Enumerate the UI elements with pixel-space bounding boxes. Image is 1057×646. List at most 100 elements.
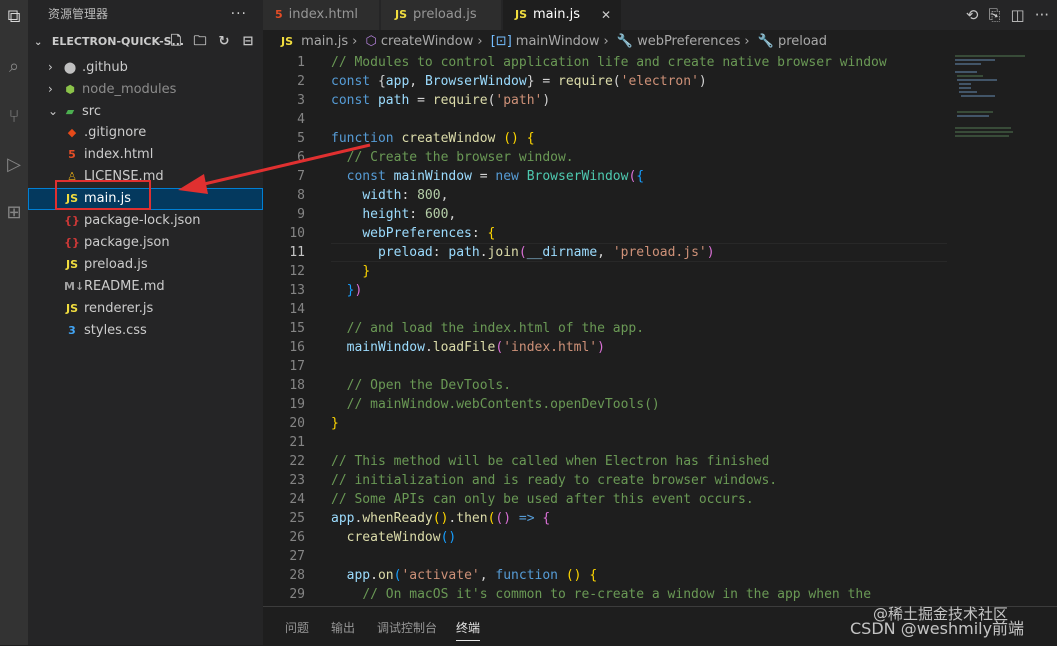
code-text: // Modules to control application life a… (331, 55, 887, 70)
code-line: 16 mainWindow.loadFile('index.html') (263, 338, 605, 357)
json-icon: {} (64, 214, 80, 227)
more-actions-icon[interactable]: ··· (1035, 6, 1049, 24)
tab-debug-console[interactable]: 调试控制台 (377, 619, 437, 636)
chevron-right-icon: › (477, 34, 483, 49)
line-number: 2 (297, 74, 305, 89)
highlight-box (55, 180, 151, 210)
git-icon: ◆ (67, 126, 77, 139)
line-number: 15 (289, 321, 305, 336)
chevron-right-icon: › (48, 82, 53, 96)
tab-problems[interactable]: 问题 (285, 619, 309, 636)
line-number: 20 (289, 416, 305, 431)
search-icon[interactable]: ⌕ (0, 52, 28, 80)
tree-item[interactable]: › ⬢ node_modules (28, 78, 263, 100)
tree-item[interactable]: 3 styles.css (28, 320, 263, 342)
js-icon: JS (395, 8, 408, 21)
line-number: 11 (289, 245, 305, 260)
editor-tabs: 5 index.html JS preload.js JS main.js ✕ ⟲ ⎘… (263, 0, 1057, 30)
tree-item[interactable]: {} package.json (28, 232, 263, 254)
tree-item-label: .github (82, 60, 128, 75)
close-icon[interactable]: ✕ (601, 0, 611, 30)
tab-preload-js[interactable]: JS preload.js (381, 0, 501, 30)
chevron-right-icon: › (603, 34, 609, 49)
tree-item-label: index.html (84, 147, 154, 162)
timeline-icon[interactable]: ⟲ (966, 6, 979, 24)
code-line: 22 // This method will be called when Ele… (263, 452, 769, 471)
code-text: // and load the index.html of the app. (346, 321, 645, 336)
line-number: 25 (289, 511, 305, 526)
collapse-all-icon[interactable]: ⊟ (239, 28, 257, 56)
code-line: 18 // Open the DevTools. (263, 376, 511, 395)
js-icon: JS (65, 302, 78, 315)
tree-item-label: package-lock.json (84, 213, 201, 228)
tree-item[interactable]: M↓README.md (28, 276, 263, 298)
line-number: 24 (289, 492, 305, 507)
html-icon: 5 (275, 8, 283, 21)
code-line: 29 // On macOS it's common to re-create … (263, 585, 871, 604)
split-editor-icon[interactable]: ◫ (1011, 6, 1025, 24)
variable-icon: [⊡] (490, 34, 512, 49)
tree-item[interactable]: › ⬤ .github (28, 56, 263, 78)
tree-item[interactable]: {} package-lock.json (28, 210, 263, 232)
code-line: 23 // initialization and is ready to crea… (263, 471, 777, 490)
compare-icon[interactable]: ⎘ (988, 6, 1000, 24)
line-number: 22 (289, 454, 305, 469)
explorer-title: 资源管理器 (48, 7, 109, 21)
more-actions-icon[interactable]: ··· (231, 0, 247, 28)
code-text: function createWindow () { (331, 131, 535, 146)
line-number: 6 (297, 150, 305, 165)
source-control-icon[interactable]: ⑂ (0, 102, 28, 130)
code-editor[interactable]: 1 // Modules to control application life … (263, 53, 1057, 606)
line-number: 1 (297, 55, 305, 70)
code-line: 28 app.on('activate', function () { (263, 566, 597, 585)
minimap[interactable] (955, 53, 1035, 143)
tab-index-html[interactable]: 5 index.html (263, 0, 379, 30)
workspace-section-header[interactable]: ⌄ ELECTRON-QUICK-S... 🗋 🗀 ↻ ⊟ (28, 28, 263, 56)
chevron-right-icon: › (48, 60, 53, 74)
workspace-title: ELECTRON-QUICK-S... (51, 35, 185, 48)
tab-terminal[interactable]: 终端 (456, 619, 481, 641)
tree-item[interactable]: JS renderer.js (28, 298, 263, 320)
code-line: 13 }) (263, 281, 362, 300)
line-number: 10 (289, 226, 305, 241)
code-line: 21 (263, 433, 331, 452)
breadcrumb-file[interactable]: main.js (301, 34, 348, 49)
line-number: 23 (289, 473, 305, 488)
run-debug-icon[interactable]: ▷ (0, 150, 28, 178)
tree-item[interactable]: 5 index.html (28, 144, 263, 166)
line-number: 14 (289, 302, 305, 317)
line-number: 16 (289, 340, 305, 355)
new-folder-icon[interactable]: 🗀 (191, 28, 209, 56)
breadcrumb-variable[interactable]: mainWindow (516, 34, 600, 49)
code-text: // initialization and is ready to create… (331, 473, 778, 488)
breadcrumb-function[interactable]: createWindow (381, 34, 474, 49)
chevron-down-icon: ⌄ (34, 37, 43, 48)
refresh-icon[interactable]: ↻ (215, 28, 233, 56)
tab-output[interactable]: 输出 (331, 619, 355, 636)
code-text: const {app, BrowserWindow} = require('el… (331, 74, 707, 89)
tree-item[interactable]: ◆ .gitignore (28, 122, 263, 144)
code-line: 14 (263, 300, 331, 319)
explorer-header: 资源管理器 ··· (28, 0, 263, 28)
breadcrumb-property[interactable]: webPreferences (637, 34, 740, 49)
explorer-sidebar: 资源管理器 ··· ⌄ ELECTRON-QUICK-S... 🗋 🗀 ↻ ⊟ … (28, 0, 263, 645)
explorer-icon[interactable]: ⧉ (0, 2, 28, 30)
breadcrumb-property-leaf[interactable]: preload (778, 34, 827, 49)
line-number: 13 (289, 283, 305, 298)
tree-item[interactable]: ⌄ ▰ src (28, 100, 263, 122)
extensions-icon[interactable]: ⊞ (0, 198, 28, 226)
line-number: 9 (297, 207, 305, 222)
code-line: 4 (263, 110, 331, 129)
github-folder-icon: ⬤ (63, 61, 77, 74)
tab-main-js[interactable]: JS main.js ✕ (503, 0, 621, 30)
code-text: mainWindow.loadFile('index.html') (346, 340, 605, 355)
js-icon: JS (65, 258, 78, 271)
line-number: 28 (289, 568, 305, 583)
html-icon: 5 (68, 148, 76, 161)
tree-item[interactable]: JS preload.js (28, 254, 263, 276)
activity-bar: ⧉ ⌕ ⑂ ▷ ⊞ (0, 0, 28, 645)
tree-item-label: .gitignore (84, 125, 147, 140)
chevron-right-icon: › (352, 34, 358, 49)
code-line: 17 (263, 357, 331, 376)
new-file-icon[interactable]: 🗋 (167, 28, 185, 56)
